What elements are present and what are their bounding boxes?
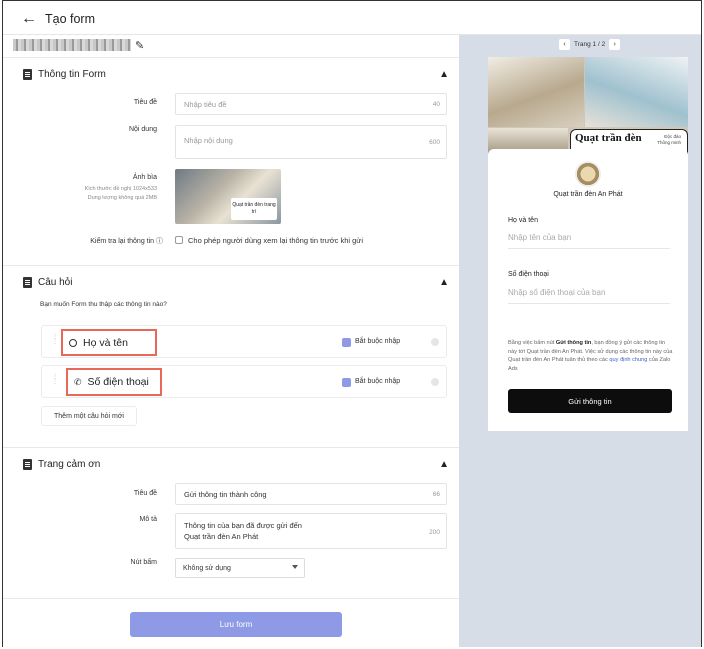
section-header-info[interactable]: Thông tin Form: [23, 69, 106, 80]
document-icon: [23, 277, 32, 288]
thanks-desc-textarea[interactable]: Thông tin của bạn đã được gửi đến Quạt t…: [175, 513, 447, 549]
consent-text: Bằng việc bấm nút Gửi thông tin, bạn đồn…: [508, 339, 673, 373]
title-char-count: 40: [432, 100, 440, 108]
cover-hint-weight: Dung lượng không quá 2MB: [87, 195, 157, 201]
questions-prompt: Bạn muốn Form thu thập các thông tin nào…: [40, 301, 167, 308]
banner-side-2: Thông minh: [657, 140, 681, 145]
required-label-name: Bắt buộc nhập: [355, 338, 401, 345]
pager-text: Trang 1 / 2: [574, 41, 606, 48]
cover-image-thumbnail[interactable]: Quạt trần đèn trang trí: [175, 169, 281, 224]
document-icon: [23, 69, 32, 80]
thanks-desc-line-2: Quạt trần đèn An Phát: [184, 532, 259, 541]
verify-label-text: Kiểm tra lại thông tin: [90, 238, 155, 245]
preview-card: Quạt trần đèn Độc đáo Thông minh Quạt trầ…: [488, 57, 688, 431]
cover-photo-ceiling-fan: [585, 57, 688, 127]
content-char-count: 600: [429, 139, 440, 146]
caret-down-icon: [292, 565, 298, 569]
preview-pager: ‹ Trang 1 / 2 ›: [559, 39, 621, 50]
document-icon: [23, 459, 32, 470]
section-title-info: Thông tin Form: [38, 69, 106, 80]
cover-hint-size: Kích thước đề nghị 1024x533: [84, 186, 157, 192]
chevron-up-icon[interactable]: ▲: [439, 459, 449, 470]
prev-page-button[interactable]: ‹: [559, 39, 570, 50]
business-name: Quạt trần đèn An Phát: [553, 191, 623, 198]
page-title: Tạo form: [45, 12, 96, 26]
thanks-title-label: Tiêu đề: [133, 490, 157, 497]
cover-photo-living-room: [488, 57, 584, 127]
save-form-button[interactable]: Lưu form: [130, 612, 342, 637]
verify-field-label: Kiểm tra lại thông tin ⓘ: [63, 236, 163, 246]
preview-phone-input[interactable]: Nhập số điện thoại của bạn: [508, 288, 670, 304]
thanks-desc-label: Mô tả: [139, 516, 157, 523]
consent-bold: Gửi thông tin: [555, 340, 592, 346]
edit-icon[interactable]: ✎: [135, 39, 144, 52]
form-title-placeholder: Nhập tiêu đề: [184, 99, 227, 109]
next-page-button[interactable]: ›: [609, 39, 621, 50]
terms-link[interactable]: quy định chung: [609, 357, 647, 363]
app-window: ← Tạo form ✎ Thông tin Form ▲ Tiêu đề Nh…: [2, 0, 702, 647]
question-label-phone: ✆ Số điện thoại: [66, 368, 162, 396]
section-title-thanks: Trang cảm ơn: [38, 459, 101, 470]
form-content-placeholder: Nhập nội dung: [184, 136, 233, 145]
back-arrow-icon[interactable]: ←: [21, 10, 37, 28]
chevron-up-icon[interactable]: ▲: [439, 69, 449, 80]
preview-cover-image: Quạt trần đèn Độc đáo Thông minh: [488, 57, 688, 162]
business-avatar: [575, 161, 601, 187]
preview-field-1-label: Họ và tên: [508, 217, 538, 224]
divider: [3, 598, 459, 599]
drag-handle-icon[interactable]: ⋮ ⋮: [52, 334, 58, 345]
remove-question-toggle[interactable]: [431, 378, 439, 386]
chevron-up-icon[interactable]: ▲: [439, 277, 449, 288]
question-card-phone[interactable]: ⋮ ⋮ ✆ Số điện thoại Bắt buộc nhập: [41, 365, 447, 398]
thanks-title-value: Gửi thông tin thành công: [184, 489, 267, 499]
banner-side-1: Độc đáo: [664, 134, 681, 139]
divider: [3, 447, 459, 448]
cover-field-label: Ảnh bìa: [132, 174, 157, 181]
form-preview-panel: ‹ Trang 1 / 2 › Quạt trần đèn Độc đáo Thô…: [459, 35, 701, 647]
verify-checkbox[interactable]: [175, 236, 183, 244]
thanks-button-value: Không sử dụng: [183, 564, 231, 572]
preview-form: Quạt trần đèn An Phát Họ và tên Nhập tên…: [488, 149, 688, 431]
section-title-questions: Câu hỏi: [38, 277, 73, 288]
required-label-phone: Bắt buộc nhập: [355, 378, 401, 385]
consent-part-1: Bằng việc bấm nút: [508, 340, 556, 346]
thanks-title-count: 66: [432, 490, 440, 498]
cover-thumbnail-banner: Quạt trần đèn trang trí: [231, 198, 277, 220]
content-field-label: Nội dung: [128, 126, 157, 133]
question-name-text: Họ và tên: [83, 336, 128, 349]
top-bar: ← Tạo form: [3, 1, 701, 35]
preview-name-input[interactable]: Nhập tên của bạn: [508, 233, 670, 249]
thanks-desc-line-1: Thông tin của bạn đã được gửi đến: [184, 521, 302, 530]
thanks-button-select[interactable]: Không sử dụng: [175, 558, 305, 578]
banner-title: Quạt trần đèn: [575, 132, 642, 144]
phone-icon: ✆: [74, 376, 82, 387]
divider: [3, 265, 459, 266]
title-field-label: Tiêu đề: [133, 99, 157, 106]
question-phone-text: Số điện thoại: [87, 376, 149, 388]
divider: [3, 57, 459, 58]
thanks-title-input[interactable]: Gửi thông tin thành công 66: [175, 483, 447, 505]
preview-field-2-label: Số điện thoại: [508, 271, 549, 278]
required-checkbox-phone[interactable]: [342, 378, 351, 387]
remove-question-toggle[interactable]: [431, 338, 439, 346]
section-header-questions[interactable]: Câu hỏi: [23, 277, 72, 288]
add-question-button[interactable]: Thêm một câu hỏi mới: [41, 406, 137, 426]
form-content-textarea[interactable]: Nhập nội dung 600: [175, 125, 447, 159]
preview-submit-button[interactable]: Gửi thông tin: [508, 389, 672, 413]
question-card-name[interactable]: ⋮ ⋮ Họ và tên Bắt buộc nhập: [41, 325, 447, 358]
thanks-desc-count: 200: [429, 529, 440, 536]
drag-handle-icon[interactable]: ⋮ ⋮: [52, 374, 58, 385]
user-circle-icon: [69, 338, 77, 347]
help-icon[interactable]: ⓘ: [156, 238, 163, 245]
verify-checkbox-label: Cho phép người dùng xem lại thông tin tr…: [188, 236, 363, 245]
banner-side-text: Độc đáo Thông minh: [657, 134, 681, 146]
question-label-name: Họ và tên: [61, 329, 157, 356]
section-header-thanks[interactable]: Trang cảm ơn: [23, 459, 100, 470]
thanks-button-label: Nút bấm: [130, 559, 157, 566]
form-editor: ✎ Thông tin Form ▲ Tiêu đề Nhập tiêu đề …: [3, 35, 459, 647]
blurred-form-name: [13, 39, 131, 51]
required-checkbox-name[interactable]: [342, 338, 351, 347]
form-title-input[interactable]: Nhập tiêu đề 40: [175, 93, 447, 115]
